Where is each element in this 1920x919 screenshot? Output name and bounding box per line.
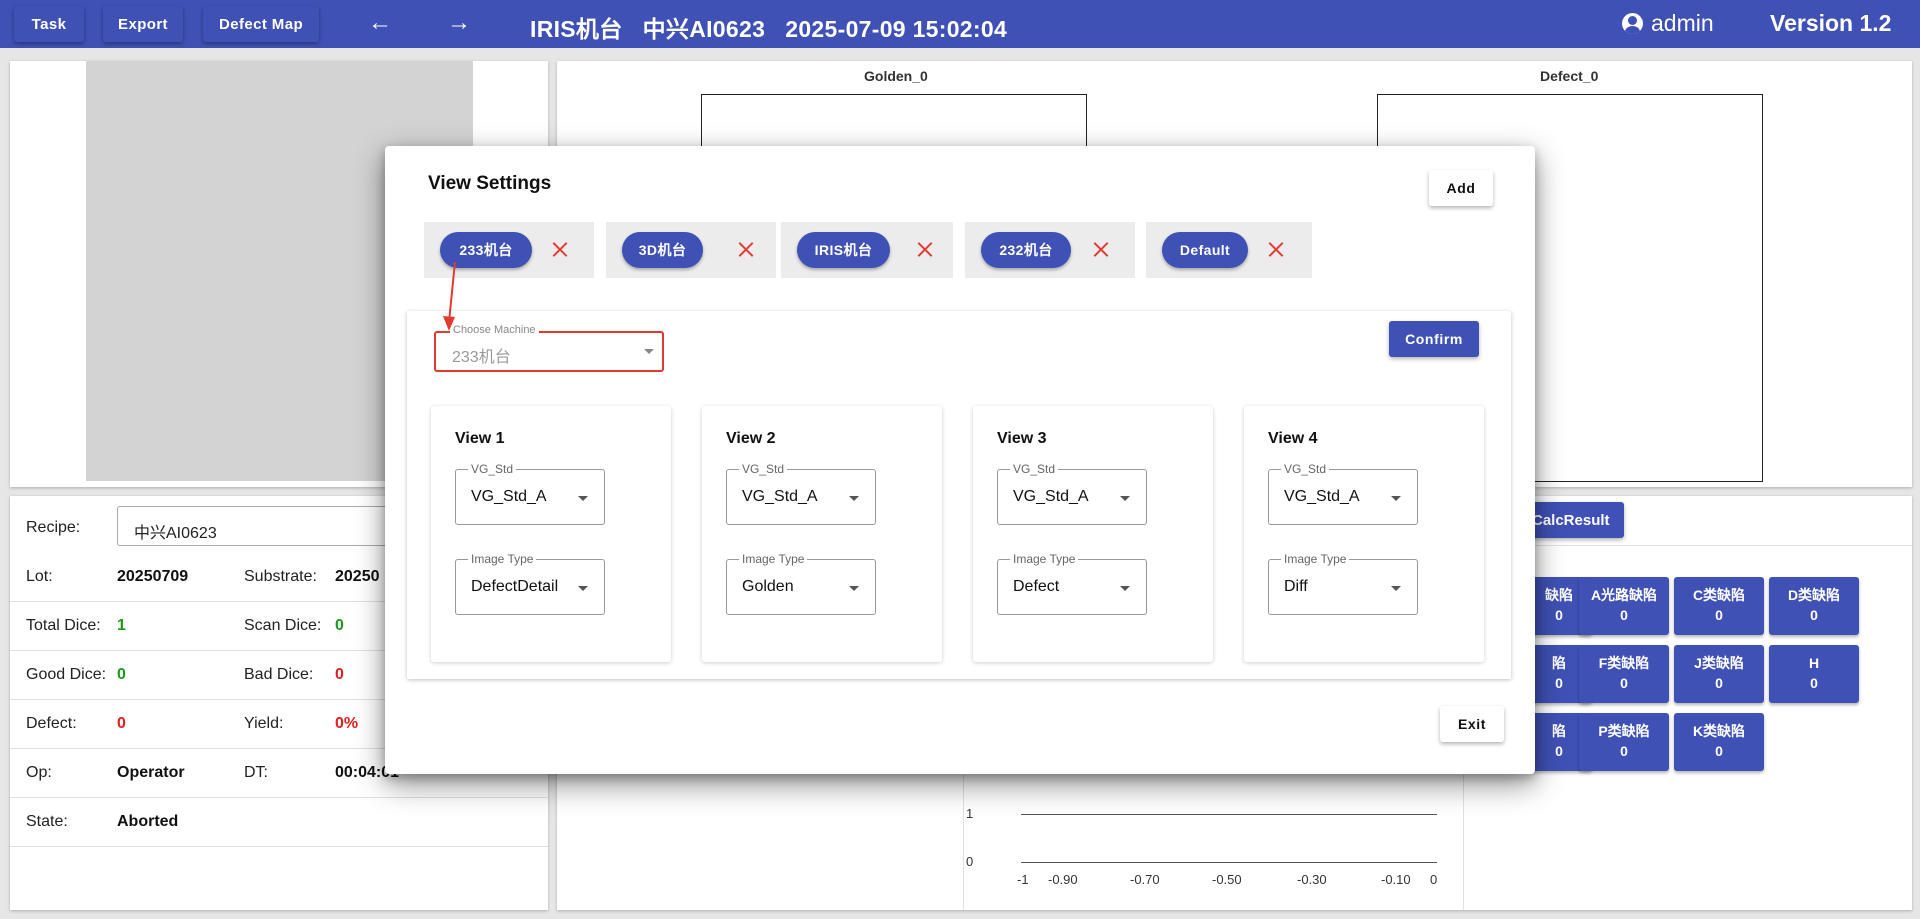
image-type-label: Image Type — [1010, 552, 1079, 566]
view-settings-dialog: View Settings Add 233机台 3D机台 IRIS机台 232机台 De… — [385, 146, 1535, 774]
view-title: View 1 — [455, 430, 505, 447]
image-type-label: Image Type — [739, 552, 808, 566]
view-title: View 3 — [997, 430, 1047, 447]
version-label: Version 1.2 — [1770, 10, 1892, 36]
back-arrow-icon[interactable]: ← — [360, 10, 400, 38]
defect-map-button[interactable]: Defect Map — [203, 6, 319, 42]
image-type-select[interactable]: Image Type Diff — [1268, 552, 1418, 615]
close-icon[interactable] — [734, 238, 758, 262]
machine-chip-slot: IRIS机台 — [781, 222, 953, 278]
forward-arrow-icon[interactable]: → — [439, 10, 479, 38]
view-title: View 2 — [726, 430, 776, 447]
chevron-down-icon — [644, 349, 654, 354]
image-type-select[interactable]: Image Type Defect — [997, 552, 1147, 615]
view-card-1: View 1 VG_Std VG_Std_A Image Type DefectDeta… — [431, 406, 671, 662]
vg-std-value: VG_Std_A — [1284, 488, 1360, 505]
view-title: View 4 — [1268, 430, 1318, 447]
view-card-4: View 4 VG_Std VG_Std_A Image Type Diff — [1244, 406, 1484, 662]
machine-chip[interactable]: IRIS机台 — [797, 232, 890, 268]
machine-chip-slot: 233机台 — [424, 222, 594, 278]
vg-std-label: VG_Std — [739, 462, 788, 476]
vg-std-value: VG_Std_A — [471, 488, 547, 505]
account-circle-icon — [1622, 13, 1643, 34]
machine-settings-card: Choose Machine 233机台 Confirm View 1 VG_St… — [407, 311, 1511, 679]
choose-machine-select[interactable]: Choose Machine 233机台 — [434, 324, 664, 372]
add-button[interactable]: Add — [1429, 170, 1493, 206]
machine-chip[interactable]: 233机台 — [440, 232, 532, 268]
chevron-down-icon — [578, 586, 588, 591]
chevron-down-icon — [1120, 586, 1130, 591]
view-card-3: View 3 VG_Std VG_Std_A Image Type Defect — [973, 406, 1213, 662]
vg-std-value: VG_Std_A — [1013, 488, 1089, 505]
machine-chip[interactable]: Default — [1162, 232, 1248, 268]
image-type-select[interactable]: Image Type DefectDetail — [455, 552, 605, 615]
chevron-down-icon — [849, 586, 859, 591]
choose-machine-label: Choose Machine — [450, 324, 539, 336]
chevron-down-icon — [1120, 496, 1130, 501]
user-menu[interactable]: admin — [1622, 10, 1714, 37]
image-type-value: Golden — [742, 578, 794, 595]
close-icon[interactable] — [1264, 238, 1288, 262]
vg-std-select[interactable]: VG_Std VG_Std_A — [455, 462, 605, 525]
image-type-value: Defect — [1013, 578, 1060, 595]
image-type-label: Image Type — [1281, 552, 1350, 566]
machine-chip-slot: 232机台 — [965, 222, 1135, 278]
export-button[interactable]: Export — [103, 6, 183, 42]
vg-std-value: VG_Std_A — [742, 488, 818, 505]
machine-chip-slot: 3D机台 — [606, 222, 776, 278]
vg-std-select[interactable]: VG_Std VG_Std_A — [997, 462, 1147, 525]
exit-button[interactable]: Exit — [1440, 706, 1504, 742]
chevron-down-icon — [1391, 586, 1401, 591]
machine-chip-slot: Default — [1146, 222, 1312, 278]
vg-std-label: VG_Std — [1281, 462, 1330, 476]
image-type-value: DefectDetail — [471, 578, 559, 595]
dialog-title: View Settings — [428, 173, 552, 194]
vg-std-label: VG_Std — [468, 462, 517, 476]
vg-std-select[interactable]: VG_Std VG_Std_A — [726, 462, 876, 525]
machine-chip[interactable]: 232机台 — [981, 232, 1071, 268]
chevron-down-icon — [578, 496, 588, 501]
top-app-bar: Task Export Defect Map ← → IRIS机台 中兴AI06… — [0, 0, 1920, 48]
chevron-down-icon — [849, 496, 859, 501]
task-button[interactable]: Task — [14, 6, 84, 42]
close-icon[interactable] — [913, 238, 937, 262]
confirm-button[interactable]: Confirm — [1389, 321, 1479, 357]
image-type-label: Image Type — [468, 552, 537, 566]
machine-chip[interactable]: 3D机台 — [622, 232, 703, 268]
image-type-select[interactable]: Image Type Golden — [726, 552, 876, 615]
vg-std-select[interactable]: VG_Std VG_Std_A — [1268, 462, 1418, 525]
view-card-2: View 2 VG_Std VG_Std_A Image Type Golden — [702, 406, 942, 662]
image-type-value: Diff — [1284, 578, 1308, 595]
choose-machine-value: 233机台 — [452, 349, 511, 366]
page-title: IRIS机台 中兴AI0623 2025-07-09 15:02:04 — [530, 16, 1008, 42]
username: admin — [1651, 10, 1714, 36]
chevron-down-icon — [1391, 496, 1401, 501]
vg-std-label: VG_Std — [1010, 462, 1059, 476]
close-icon[interactable] — [1089, 238, 1113, 262]
close-icon[interactable] — [548, 238, 572, 262]
